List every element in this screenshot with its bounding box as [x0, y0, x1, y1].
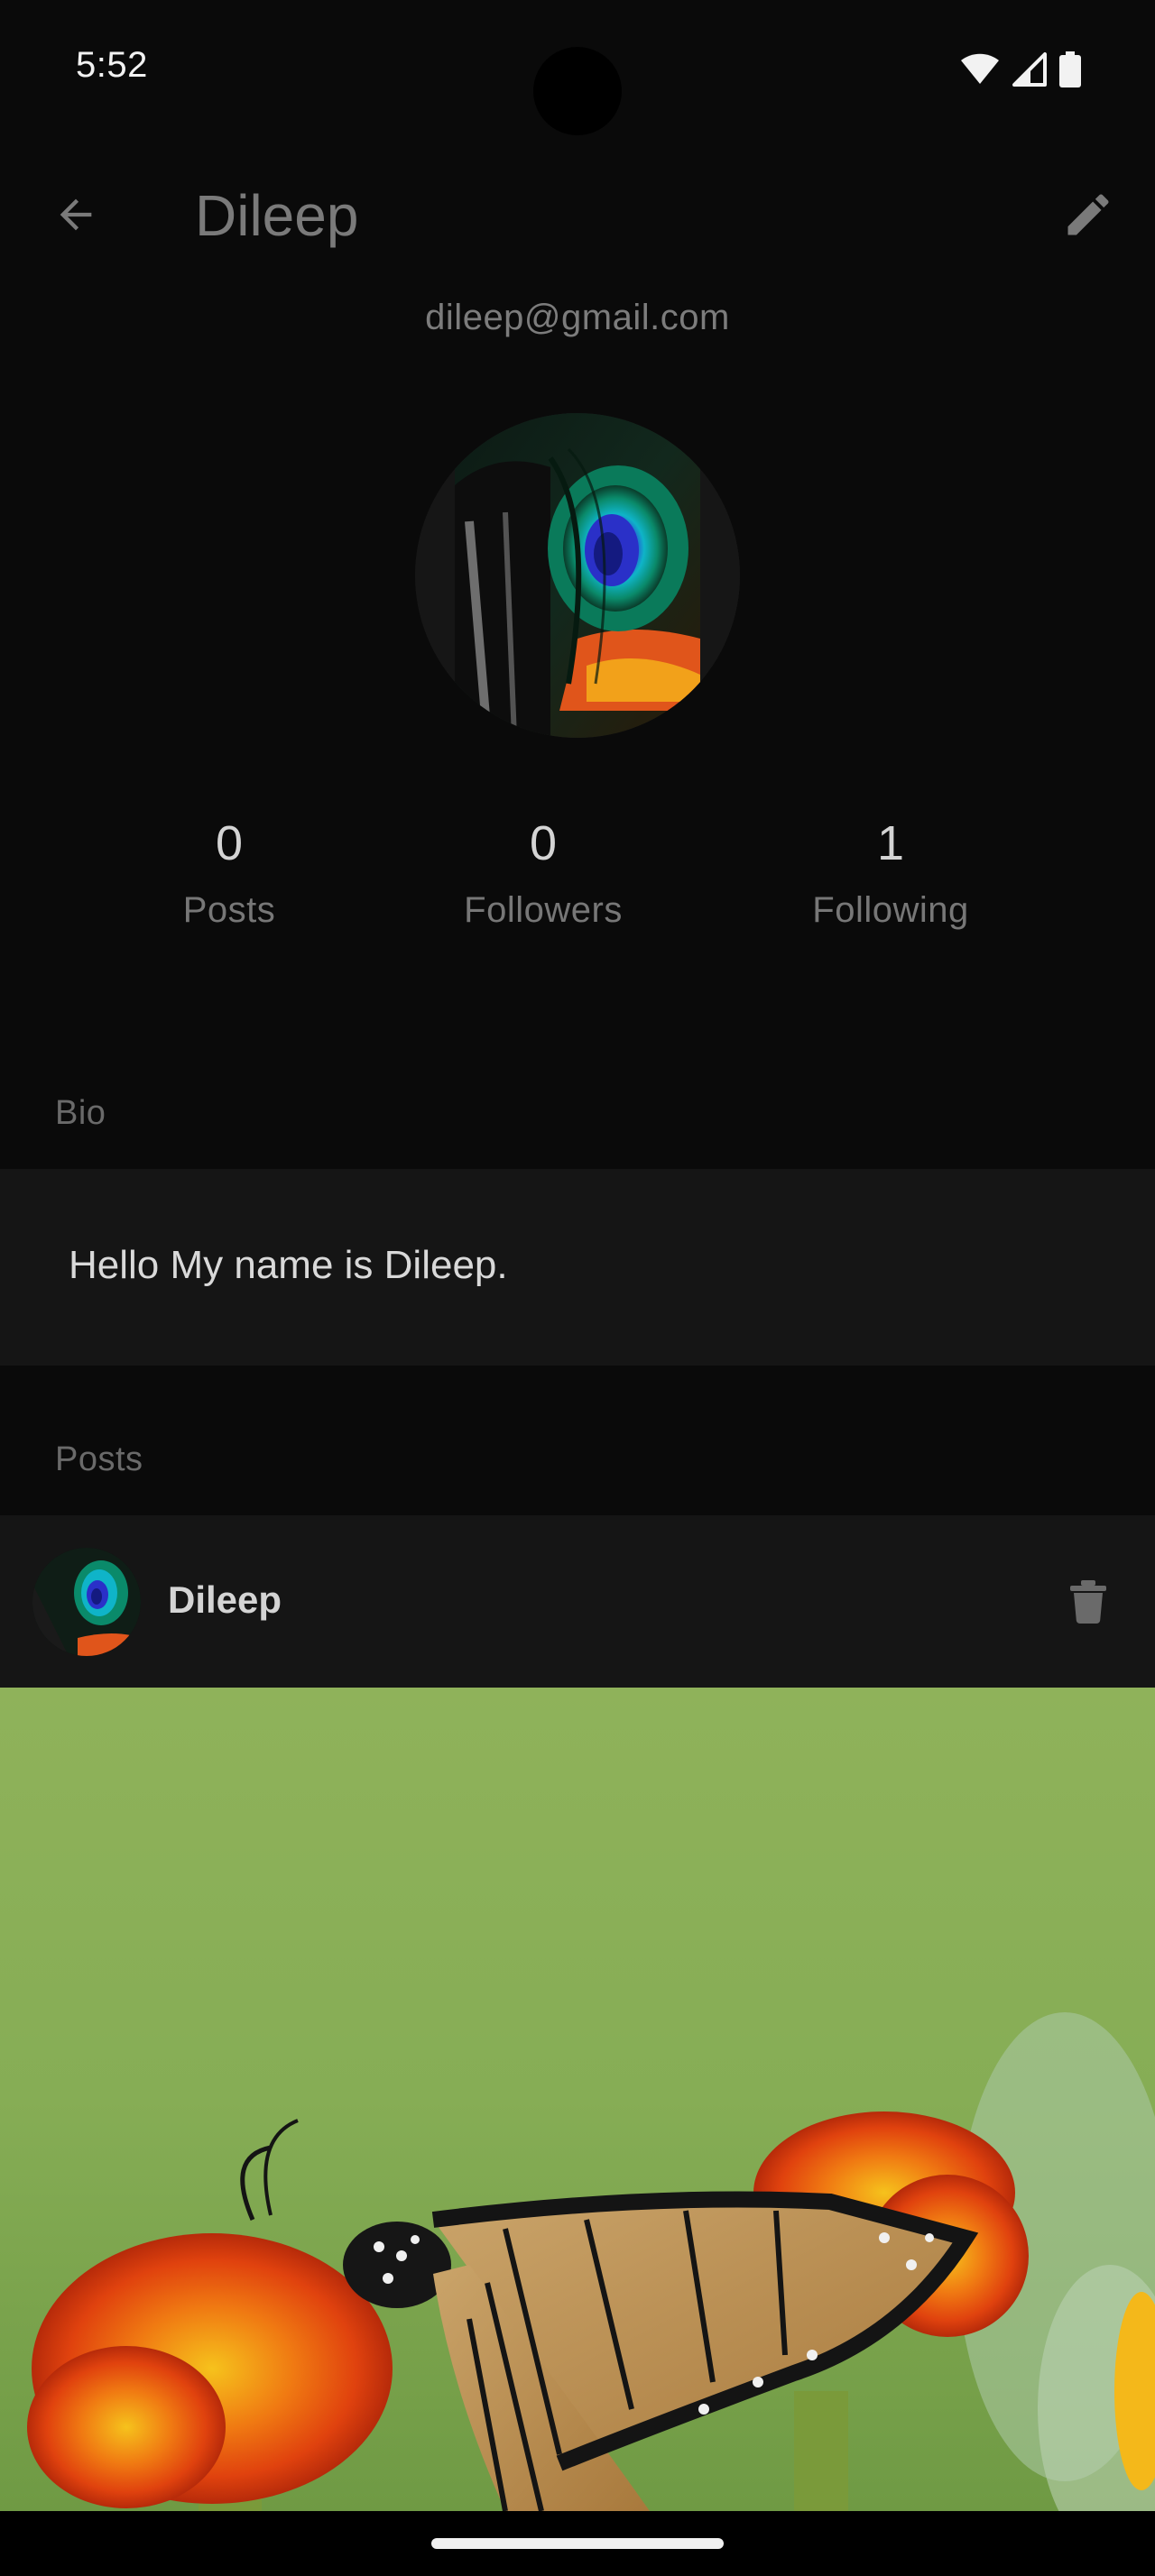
- delete-post-button[interactable]: [1061, 1575, 1115, 1629]
- app-bar: Dileep: [0, 162, 1155, 271]
- profile-avatar[interactable]: [415, 413, 740, 738]
- stat-posts[interactable]: 0 Posts: [85, 807, 374, 931]
- stat-followers-label: Followers: [464, 890, 623, 930]
- status-bar: 5:52: [0, 0, 1155, 135]
- bio-card: Hello My name is Dileep.: [0, 1169, 1155, 1366]
- post-author-avatar[interactable]: [32, 1548, 141, 1656]
- system-nav-bar: [0, 2511, 1155, 2576]
- stat-following-value: 1: [876, 816, 905, 870]
- peacock-feather-thumb: [32, 1548, 141, 1656]
- pencil-icon: [1067, 194, 1109, 235]
- wifi-icon: [961, 53, 999, 84]
- post-author-name[interactable]: Dileep: [168, 1578, 282, 1622]
- status-icons: [960, 51, 1081, 88]
- edit-profile-button[interactable]: [1052, 179, 1124, 251]
- home-indicator[interactable]: [431, 2538, 724, 2549]
- stat-followers-value: 0: [529, 816, 558, 870]
- peacock-feather-avatar: [415, 413, 740, 738]
- arrow-back-icon: [60, 198, 92, 231]
- back-button[interactable]: [40, 179, 112, 251]
- bio-section-label: Bio: [55, 1094, 106, 1132]
- profile-stats: 0 Posts 0 Followers 1 Following: [0, 807, 1155, 970]
- stat-posts-value: 0: [215, 816, 244, 870]
- stat-following[interactable]: 1 Following: [746, 807, 1035, 931]
- stat-posts-label: Posts: [182, 890, 276, 930]
- page-title: Dileep: [195, 183, 359, 248]
- profile-email: dileep@gmail.com: [425, 298, 730, 337]
- trash-icon: [1070, 1580, 1106, 1624]
- battery-icon: [1059, 51, 1081, 87]
- posts-section-label: Posts: [55, 1440, 143, 1478]
- post-header: Dileep: [0, 1515, 1155, 1688]
- signal-icon: [1012, 52, 1047, 87]
- monarch-butterfly-on-marigold-photo: [0, 1688, 1155, 2511]
- bio-text: Hello My name is Dileep.: [69, 1243, 508, 1287]
- stat-followers[interactable]: 0 Followers: [399, 807, 688, 931]
- stat-following-label: Following: [812, 890, 969, 930]
- status-time: 5:52: [76, 45, 148, 85]
- post-image[interactable]: [0, 1688, 1155, 2511]
- camera-cutout: [533, 47, 622, 135]
